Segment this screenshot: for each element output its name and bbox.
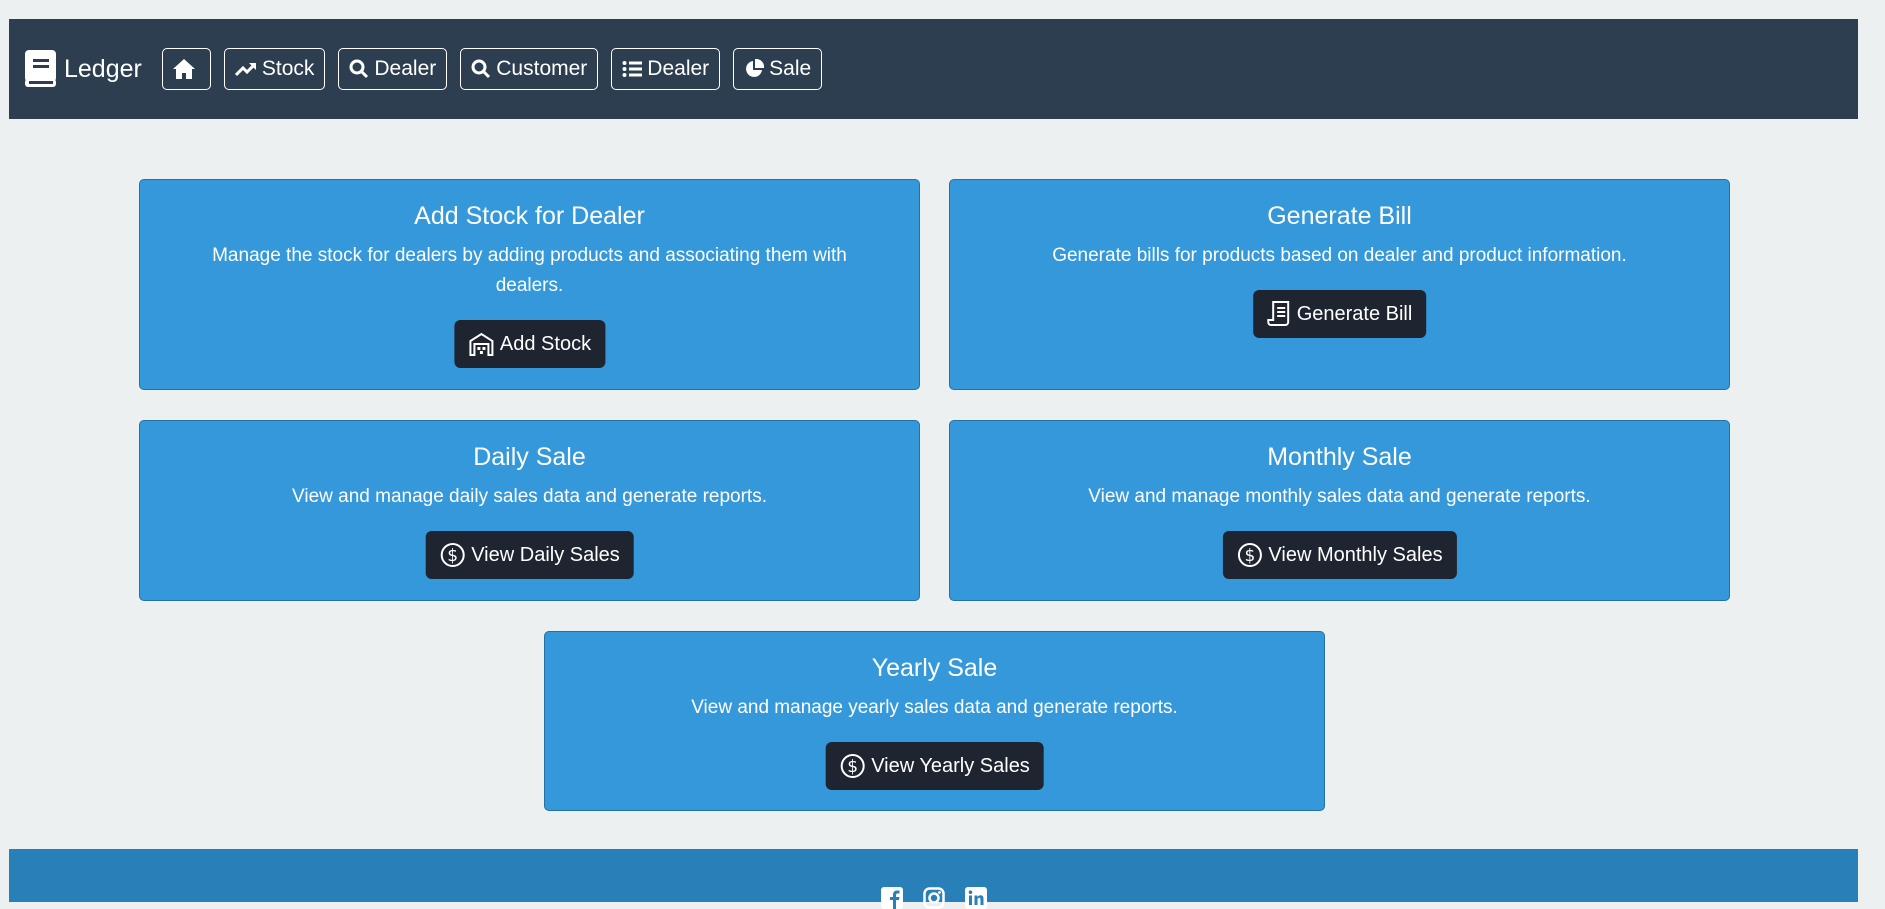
nav-customer-search-button[interactable]: Customer: [460, 48, 599, 90]
card-description: View and manage monthly sales data and g…: [1088, 486, 1591, 507]
view-daily-sales-label: View Daily Sales: [471, 543, 620, 566]
view-monthly-sales-button[interactable]: $ View Monthly Sales: [1222, 531, 1457, 579]
brand-title: Ledger: [64, 54, 142, 83]
card-description: View and manage yearly sales data and ge…: [691, 697, 1178, 718]
add-stock-button[interactable]: Add Stock: [453, 320, 606, 368]
card-title: Yearly Sale: [871, 654, 998, 682]
instagram-icon[interactable]: [922, 887, 945, 909]
nav-sale-label: Sale: [769, 57, 812, 80]
nav-dealer-search-label: Dealer: [374, 57, 437, 80]
social-links: [9, 887, 1858, 909]
nav-dealer-search-button[interactable]: Dealer: [338, 48, 448, 90]
add-stock-card: Add Stock for Dealer Manage the stock fo…: [139, 179, 920, 390]
generate-bill-button[interactable]: Generate Bill: [1252, 290, 1427, 338]
list-icon: [622, 61, 643, 77]
search-icon: [471, 59, 491, 79]
dollar-circle-icon: $: [840, 754, 865, 778]
view-monthly-sales-label: View Monthly Sales: [1268, 543, 1443, 566]
yearly-sale-card: Yearly Sale View and manage yearly sales…: [544, 631, 1325, 811]
daily-sale-card: Daily Sale View and manage daily sales d…: [139, 420, 920, 601]
svg-text:$: $: [847, 757, 858, 777]
card-description: Generate bills for products based on dea…: [1052, 245, 1627, 266]
view-daily-sales-button[interactable]: $ View Daily Sales: [425, 531, 634, 579]
nav-dealer-list-label: Dealer: [647, 57, 710, 80]
card-description: View and manage daily sales data and gen…: [292, 486, 767, 507]
brand-link[interactable]: Ledger: [24, 49, 142, 89]
search-icon: [349, 59, 369, 79]
card-title: Daily Sale: [473, 443, 586, 471]
footer: [9, 849, 1858, 909]
generate-bill-button-label: Generate Bill: [1296, 302, 1413, 325]
receipt-icon: [1266, 301, 1289, 326]
view-yearly-sales-label: View Yearly Sales: [871, 754, 1030, 777]
trending-up-icon: [234, 62, 256, 77]
pie-chart-icon: [746, 59, 765, 77]
top-navbar: Ledger Stock Dealer Customer Dealer Sale: [9, 19, 1858, 119]
monthly-sale-card: Monthly Sale View and manage monthly sal…: [949, 420, 1730, 601]
nav-dealer-list-button[interactable]: Dealer: [611, 48, 721, 90]
nav-stock-label: Stock: [261, 57, 315, 80]
nav-customer-search-label: Customer: [496, 57, 588, 80]
home-icon: [172, 59, 195, 79]
add-stock-button-label: Add Stock: [499, 332, 592, 355]
nav-stock-button[interactable]: Stock: [223, 48, 326, 90]
book-icon: [25, 50, 56, 87]
dollar-circle-icon: $: [440, 543, 465, 567]
linkedin-icon[interactable]: [964, 887, 987, 909]
svg-text:$: $: [447, 546, 458, 566]
card-title: Monthly Sale: [1267, 443, 1412, 471]
facebook-icon[interactable]: [880, 887, 903, 909]
card-description: Manage the stock for dealers by adding p…: [212, 245, 847, 296]
nav-sale-button[interactable]: Sale: [733, 48, 823, 90]
generate-bill-card: Generate Bill Generate bills for product…: [949, 179, 1730, 390]
warehouse-icon: [468, 332, 493, 356]
home-button[interactable]: [161, 48, 211, 90]
card-title: Generate Bill: [1267, 202, 1412, 230]
view-yearly-sales-button[interactable]: $ View Yearly Sales: [825, 742, 1044, 790]
svg-text:$: $: [1244, 546, 1255, 566]
dollar-circle-icon: $: [1237, 543, 1262, 567]
card-title: Add Stock for Dealer: [414, 202, 645, 230]
